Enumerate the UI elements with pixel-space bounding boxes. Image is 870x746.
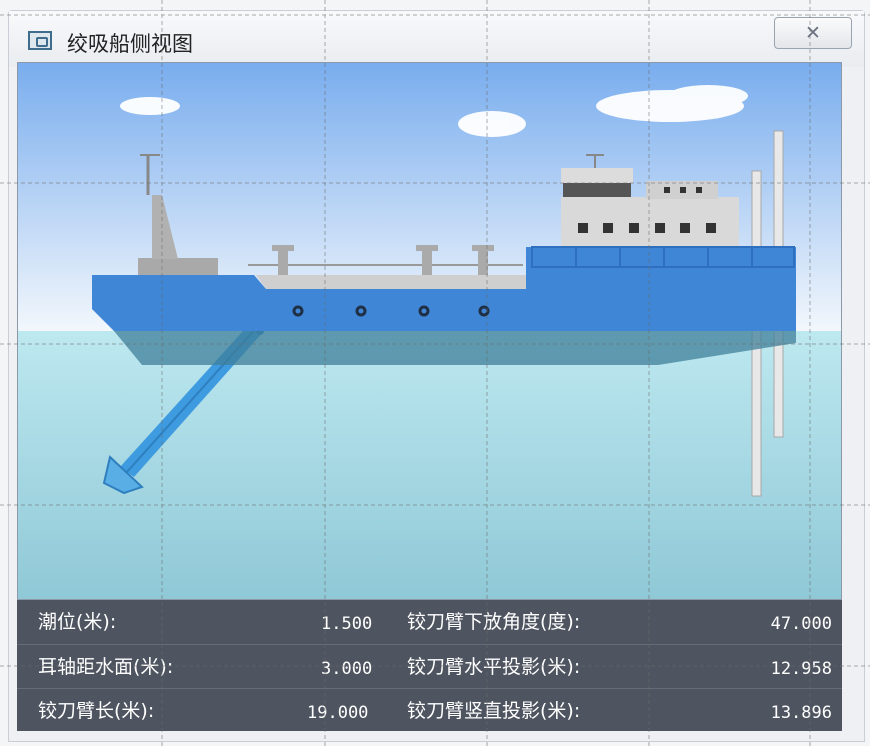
arm-horizontal-label: 铰刀臂水平投影(米):: [407, 656, 581, 678]
arm-angle-label: 铰刀臂下放角度(度):: [407, 611, 581, 633]
ship-illustration: [18, 63, 841, 599]
window-title: 绞吸船侧视图: [67, 32, 193, 56]
trunnion-height-value: 3.000: [321, 659, 373, 679]
tide-value: 1.500: [321, 614, 373, 634]
window-app-icon: [28, 31, 52, 50]
ship-scene: [17, 62, 842, 600]
info-row: 耳轴距水面(米): 3.000 铰刀臂水平投影(米): 12.958: [17, 644, 842, 688]
arm-length-label: 铰刀臂长(米):: [38, 700, 155, 722]
title-bar[interactable]: 绞吸船侧视图 ✕: [9, 11, 864, 67]
close-icon: ✕: [805, 22, 821, 44]
arm-angle-value: 47.000: [770, 614, 832, 634]
arm-length-value: 19.000: [307, 703, 369, 723]
close-button[interactable]: ✕: [774, 17, 852, 49]
arm-horizontal-value: 12.958: [770, 659, 832, 679]
info-panel: 潮位(米): 1.500 铰刀臂下放角度(度): 47.000 耳轴距水面(米)…: [17, 600, 842, 731]
arm-vertical-value: 13.896: [770, 703, 832, 723]
info-row: 铰刀臂长(米): 19.000 铰刀臂竖直投影(米): 13.896: [17, 688, 842, 732]
trunnion-height-label: 耳轴距水面(米):: [38, 656, 174, 678]
arm-vertical-label: 铰刀臂竖直投影(米):: [407, 700, 581, 722]
tide-label: 潮位(米):: [38, 611, 117, 633]
info-row: 潮位(米): 1.500 铰刀臂下放角度(度): 47.000: [17, 600, 842, 643]
